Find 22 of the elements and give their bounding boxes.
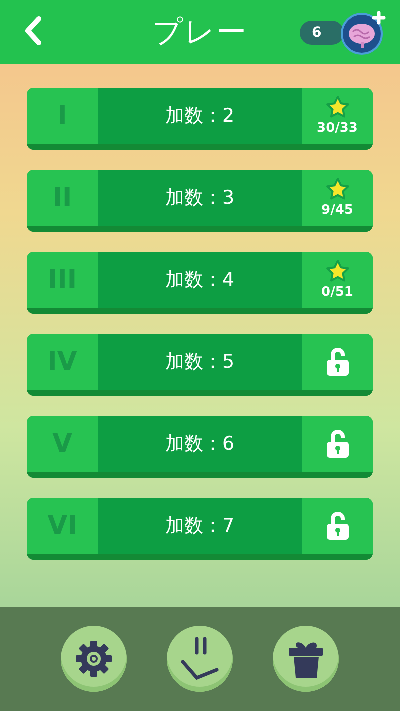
screen-title: プレー	[152, 14, 248, 52]
score-text: 30/33	[317, 121, 358, 136]
brain-counter: 6	[300, 21, 344, 45]
level-label: 加数：2	[165, 104, 235, 129]
star-icon	[326, 96, 350, 119]
level-label: 加数：6	[165, 432, 235, 457]
back-icon	[23, 16, 43, 46]
brain-icon	[340, 10, 386, 56]
padlock-icon	[326, 347, 350, 377]
level-label: 加数：4	[165, 268, 235, 293]
padlock-icon	[326, 511, 350, 541]
star-icon	[326, 260, 350, 283]
settings-icon	[75, 640, 113, 678]
smile-icon	[179, 636, 221, 682]
score-text: 9/45	[322, 203, 354, 218]
brain-add-button[interactable]	[340, 10, 386, 56]
level-label: 加数：5	[165, 350, 235, 375]
star-icon	[326, 178, 350, 201]
padlock-icon	[326, 429, 350, 459]
level-label: 加数：7	[165, 514, 235, 539]
level-label: 加数：3	[165, 186, 235, 211]
score-text: 0/51	[322, 285, 354, 300]
